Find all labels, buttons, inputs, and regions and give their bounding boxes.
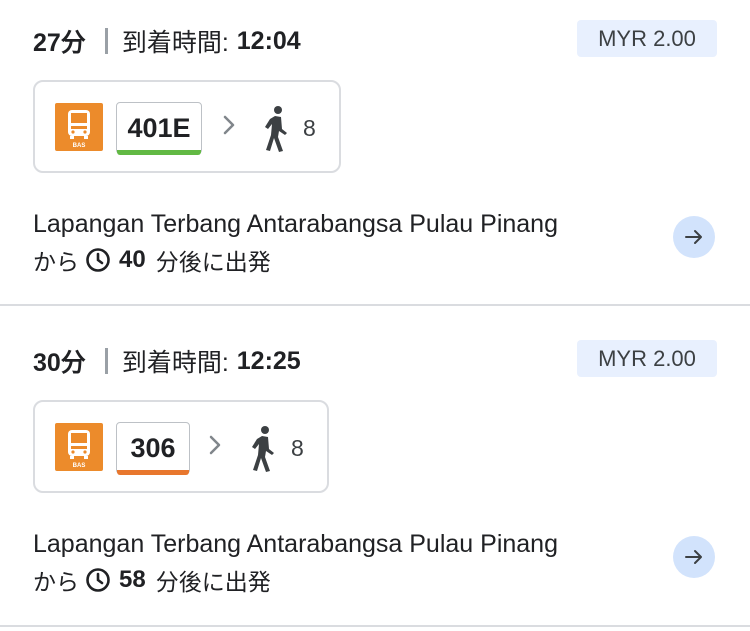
arrow-right-icon bbox=[685, 230, 702, 244]
walk-minutes: 8 bbox=[303, 115, 316, 141]
route-option[interactable]: 27分 到着時間: 12:04 MYR 2.00 BAS 401E 8 Lapa… bbox=[0, 0, 750, 305]
route-steps-card: BAS 401E 8 bbox=[33, 80, 341, 173]
departure-info: から 58 分後に出発 bbox=[33, 564, 271, 596]
arrival-label: 到着時間: bbox=[121, 349, 229, 377]
departure-info: から 40 分後に出発 bbox=[33, 244, 271, 276]
departure-stop: Lapangan Terbang Antarabangsa Pulau Pina… bbox=[33, 530, 558, 558]
bus-icon: BAS bbox=[55, 423, 103, 471]
bus-icon-label: BAS bbox=[73, 143, 86, 149]
route-number: 306 bbox=[130, 432, 176, 463]
clock-icon bbox=[86, 248, 110, 272]
route-option[interactable]: 30分 到着時間: 12:25 MYR 2.00 BAS 306 8 Lapan… bbox=[0, 320, 750, 625]
depart-suffix: 分後に出発 bbox=[155, 249, 271, 275]
clock-icon bbox=[86, 568, 110, 592]
route-header: 27分 到着時間: 12:04 bbox=[33, 24, 301, 58]
route-number: 401E bbox=[127, 112, 191, 143]
walk-icon bbox=[252, 426, 274, 472]
bus-icon-label: BAS bbox=[73, 463, 86, 469]
walk-minutes: 8 bbox=[291, 435, 304, 461]
arrow-right-icon bbox=[685, 550, 702, 564]
trip-duration: 30分 bbox=[33, 349, 86, 377]
chevron-right-icon bbox=[209, 435, 221, 455]
header-separator bbox=[104, 348, 108, 374]
depart-suffix: 分後に出発 bbox=[155, 569, 271, 595]
fare-badge: MYR 2.00 bbox=[577, 20, 717, 57]
route-steps-card: BAS 306 8 bbox=[33, 400, 329, 493]
route-details-button[interactable] bbox=[673, 536, 715, 578]
route-number-chip[interactable]: 401E bbox=[116, 102, 202, 155]
route-number-chip[interactable]: 306 bbox=[116, 422, 190, 475]
arrival-time: 12:04 bbox=[236, 26, 301, 55]
fare-badge: MYR 2.00 bbox=[577, 340, 717, 377]
arrival-time: 12:25 bbox=[236, 346, 301, 375]
from-label: から bbox=[33, 569, 79, 595]
route-divider bbox=[0, 625, 750, 627]
arrival-label: 到着時間: bbox=[121, 29, 229, 57]
from-label: から bbox=[33, 249, 79, 275]
trip-duration: 27分 bbox=[33, 29, 86, 57]
bus-icon: BAS bbox=[55, 103, 103, 151]
chevron-right-icon bbox=[223, 115, 235, 135]
departure-stop: Lapangan Terbang Antarabangsa Pulau Pina… bbox=[33, 210, 558, 238]
route-color-bar bbox=[117, 469, 189, 475]
route-details-button[interactable] bbox=[673, 216, 715, 258]
depart-minutes: 58 bbox=[119, 566, 146, 593]
route-color-bar bbox=[117, 149, 201, 155]
header-separator bbox=[104, 28, 108, 54]
route-header: 30分 到着時間: 12:25 bbox=[33, 344, 301, 378]
depart-minutes: 40 bbox=[119, 246, 146, 273]
route-divider bbox=[0, 304, 750, 306]
walk-icon bbox=[265, 106, 287, 152]
